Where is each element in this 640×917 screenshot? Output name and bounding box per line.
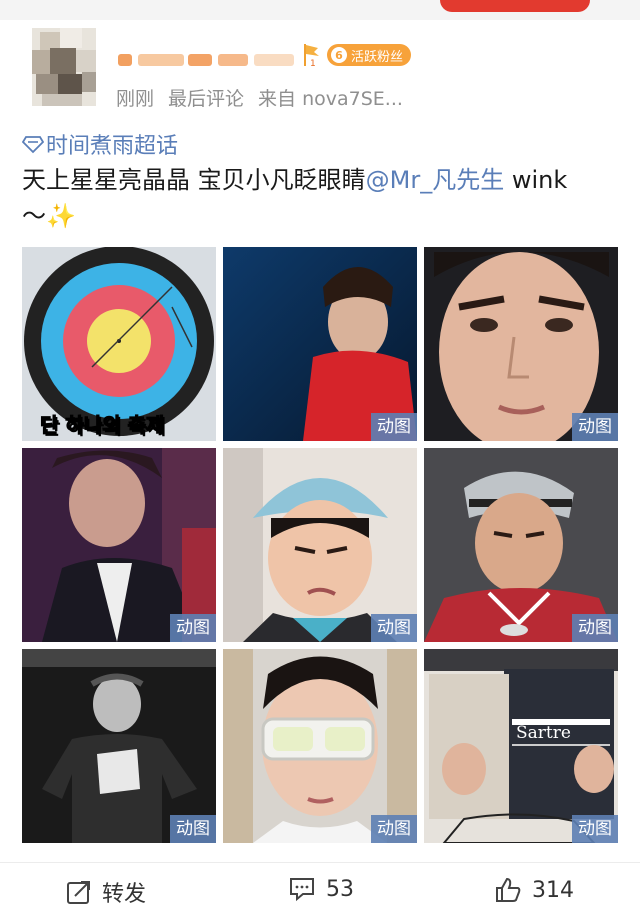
repost-button[interactable]: 转发 <box>66 876 146 908</box>
supertopic-link[interactable]: 时间煮雨超话 <box>22 128 178 160</box>
comment-count: 53 <box>326 876 354 902</box>
post-sort: 最后评论 <box>168 88 245 110</box>
avatar[interactable] <box>32 28 96 106</box>
image-7-bw-tshirt[interactable]: 动图 <box>22 649 216 843</box>
image-3-closeup-face[interactable]: 动图 <box>424 247 618 441</box>
image-6-basketball-jersey[interactable]: 动图 <box>424 448 618 642</box>
gif-tag: 动图 <box>371 413 417 441</box>
svg-text:1: 1 <box>310 59 316 68</box>
top-banner-edge <box>440 0 590 12</box>
action-bar: 转发 53 314 <box>0 870 640 914</box>
active-fan-badge: 6 活跃粉丝 <box>327 44 412 66</box>
repost-icon <box>67 881 90 904</box>
like-count: 314 <box>532 877 574 903</box>
image-2-red-shirt-stage[interactable]: 动图 <box>223 247 417 441</box>
fan-level: 6 <box>331 47 347 63</box>
gif-tag: 动图 <box>170 614 216 642</box>
image-4-dark-suit[interactable]: 动图 <box>22 448 216 642</box>
post-time: 刚刚 <box>116 88 155 110</box>
mention-link[interactable]: @Mr_凡先生 <box>366 166 505 194</box>
gif-tag: 动图 <box>371 614 417 642</box>
image-1-caption: 단 하나의 축제 <box>39 413 165 438</box>
post-meta: 刚刚 最后评论 来自 nova7SE... <box>116 84 417 111</box>
comment-icon <box>290 878 314 902</box>
post-content: 天上星星亮晶晶 宝贝小凡眨眼睛@Mr_凡先生 wink ～✨ <box>22 162 622 234</box>
gif-tag: 动图 <box>170 815 216 843</box>
image-5-bucket-hat[interactable]: 动图 <box>223 448 417 642</box>
fan-badge-label: 活跃粉丝 <box>351 49 404 65</box>
action-bar-divider <box>0 862 640 863</box>
gif-tag: 动图 <box>572 413 618 441</box>
top-strip <box>0 0 640 20</box>
gif-tag: 动图 <box>371 815 417 843</box>
image-9-caption: Sartre <box>516 723 571 743</box>
post-text-tail: wink <box>504 166 568 194</box>
comment-button[interactable]: 53 <box>288 876 354 902</box>
like-icon <box>496 877 521 902</box>
image-8-sunglasses[interactable]: 动图 <box>223 649 417 843</box>
username-blurred[interactable] <box>118 44 308 76</box>
post-text: 天上星星亮晶晶 宝贝小凡眨眼睛 <box>22 166 366 194</box>
diamond-supertopic-icon <box>22 136 44 154</box>
like-button[interactable]: 314 <box>494 876 574 904</box>
image-9-sartre-book[interactable]: Sartre 动图 <box>424 649 618 843</box>
gif-tag: 动图 <box>572 815 618 843</box>
fan-flag-icon: 1 <box>304 44 319 68</box>
post-source[interactable]: 来自 nova7SE... <box>258 88 403 110</box>
post-text-line2: ～✨ <box>22 202 76 230</box>
image-1-archery-target[interactable]: 단 하나의 축제 <box>22 247 216 441</box>
gif-tag: 动图 <box>572 614 618 642</box>
supertopic-name: 时间煮雨超话 <box>46 134 179 159</box>
repost-label: 转发 <box>102 882 147 907</box>
image-grid: 단 하나의 축제 动图 动图 动图 动图 动图 动图 动图 Sartre 动图 <box>22 247 618 843</box>
